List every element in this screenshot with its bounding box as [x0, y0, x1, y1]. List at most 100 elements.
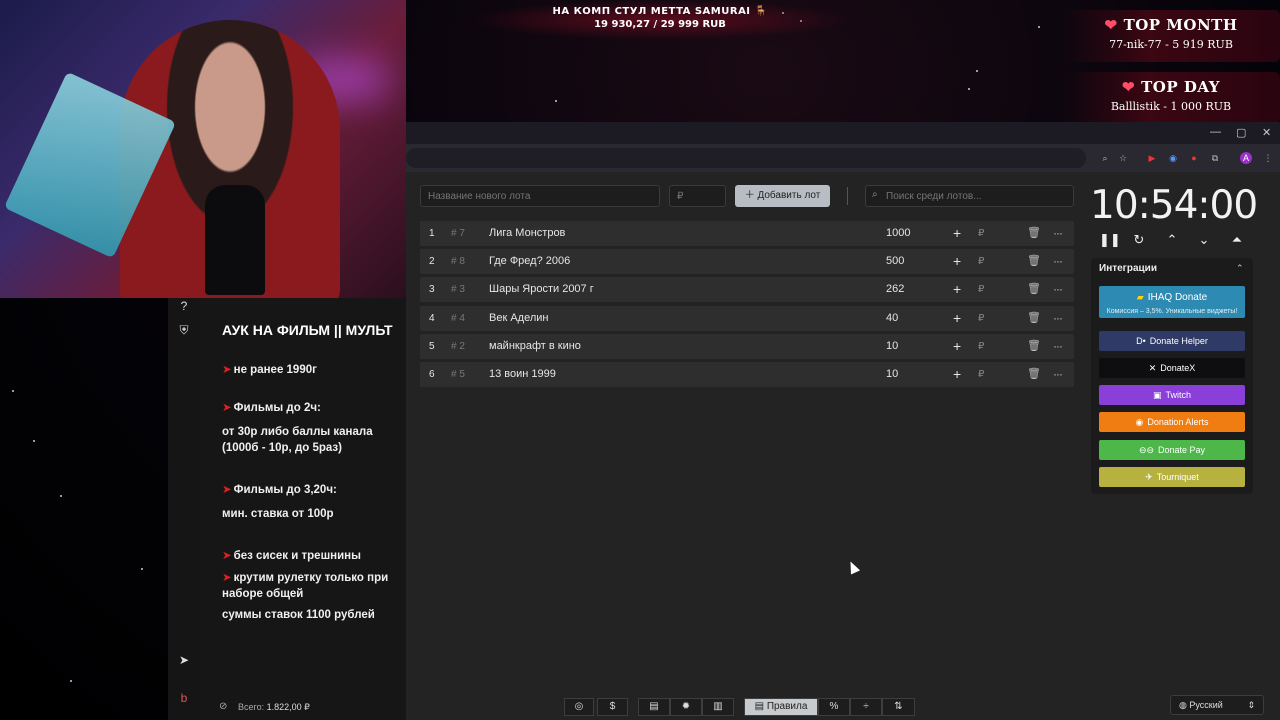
- trash-icon[interactable]: 🗑: [1027, 249, 1041, 274]
- integration-tourniquet-button[interactable]: ✈ Tourniquet: [1099, 467, 1245, 487]
- lot-row[interactable]: 6 # 5 13 воин 1999 10 + ₽ 🗑 ···: [420, 362, 1074, 387]
- add-amount-button[interactable]: +: [953, 277, 961, 302]
- double-chevron-up-icon[interactable]: ⏶: [1229, 232, 1245, 248]
- globe-icon: ◍: [1179, 700, 1190, 710]
- hidden-eye-icon[interactable]: ⊘: [219, 701, 227, 712]
- zoom-icon[interactable]: ⌕: [1099, 152, 1111, 164]
- lot-name[interactable]: 13 воин 1999: [489, 362, 556, 387]
- lot-row[interactable]: 2 # 8 Где Фред? 2006 500 + ₽ 🗑 ···: [420, 249, 1074, 275]
- lot-name[interactable]: майнкрафт в кино: [489, 334, 581, 359]
- integration-icon: ▣: [1152, 390, 1162, 400]
- integration-donate-pay-button[interactable]: ⊖⊖ Donate Pay: [1099, 440, 1245, 460]
- help-icon[interactable]: ?: [176, 298, 192, 314]
- more-options-icon[interactable]: ···: [1053, 249, 1063, 274]
- integration-donatex-button[interactable]: ✕ DonateX: [1099, 358, 1245, 378]
- rules-icon: ▤: [754, 701, 767, 712]
- lot-amount[interactable]: 10: [886, 334, 898, 359]
- address-bar[interactable]: [406, 148, 1086, 168]
- ihaq-subtitle: Комиссия – 3,5%. Уникальные виджеты!: [1106, 308, 1238, 315]
- integration-icon: ✈: [1145, 472, 1153, 482]
- trash-icon[interactable]: 🗑: [1027, 221, 1041, 246]
- percent-icon[interactable]: %: [818, 698, 850, 716]
- lot-row[interactable]: 5 # 2 майнкрафт в кино 10 + ₽ 🗑 ···: [420, 333, 1074, 359]
- lot-name[interactable]: Шары Ярости 2007 г: [489, 277, 594, 302]
- audio-extension-icon[interactable]: ◉: [1167, 152, 1179, 164]
- lot-amount-input[interactable]: [669, 185, 726, 207]
- lot-row[interactable]: 3 # 3 Шары Ярости 2007 г 262 + ₽ 🗑 ···: [420, 277, 1074, 303]
- lot-amount[interactable]: 262: [886, 277, 904, 302]
- lot-name[interactable]: Век Аделин: [489, 306, 548, 331]
- rules-button[interactable]: ▤ Правила: [744, 698, 818, 716]
- trash-icon[interactable]: 🗑: [1027, 306, 1041, 331]
- menu-kebab-icon[interactable]: ⋮: [1262, 152, 1274, 164]
- more-options-icon[interactable]: ···: [1053, 362, 1063, 387]
- lot-amount[interactable]: 500: [886, 249, 904, 274]
- telegram-icon[interactable]: ➤: [176, 652, 192, 668]
- language-select[interactable]: ◍ Русский ⇕: [1170, 695, 1264, 715]
- ihaq-donate-button[interactable]: ▰ IHAQ Donate Комиссия – 3,5%. Уникальные…: [1099, 286, 1245, 318]
- collapse-chevron-icon[interactable]: ⌃: [1236, 263, 1244, 274]
- add-amount-button[interactable]: +: [953, 334, 961, 359]
- add-amount-button[interactable]: +: [953, 362, 961, 387]
- lot-name[interactable]: Где Фред? 2006: [489, 249, 570, 274]
- lot-id: # 3: [451, 284, 465, 296]
- lot-position: 6: [429, 369, 435, 380]
- rule-line: наборе общей: [222, 588, 304, 600]
- history-icon[interactable]: ▤: [638, 698, 670, 716]
- integration-icon: ⊖⊖: [1138, 445, 1155, 455]
- lot-name[interactable]: Лига Монстров: [489, 221, 565, 246]
- lot-row[interactable]: 1 # 7 Лига Монстров 1000 + ₽ 🗑 ···: [420, 221, 1074, 246]
- rule-line: мин. ставка от 100р: [222, 508, 334, 520]
- lot-search-input[interactable]: [865, 185, 1074, 207]
- boosty-icon[interactable]: b: [176, 690, 192, 706]
- lot-position: 4: [429, 312, 435, 324]
- arrow-icon: ➤: [222, 550, 232, 562]
- rule-line: (1000б - 10р, до 5раз): [222, 442, 342, 454]
- shield-icon[interactable]: ⛨: [176, 322, 192, 338]
- donate-dollar-icon[interactable]: $: [597, 698, 628, 716]
- bookmark-star-icon[interactable]: ☆: [1117, 152, 1129, 164]
- sort-icon[interactable]: ⇅: [882, 698, 915, 716]
- lot-row[interactable]: 4 # 4 Век Аделин 40 + ₽ 🗑 ···: [420, 305, 1074, 331]
- select-arrows-icon: ⇕: [1247, 700, 1255, 710]
- add-lot-button[interactable]: ＋ Добавить лот: [735, 185, 830, 207]
- maximize-icon[interactable]: ▢: [1236, 126, 1246, 139]
- chevron-up-icon[interactable]: ⌃: [1164, 232, 1180, 248]
- extension-icon[interactable]: ●: [1188, 152, 1200, 164]
- reset-icon[interactable]: ↻: [1131, 232, 1147, 248]
- lot-amount[interactable]: 10: [886, 362, 898, 387]
- rules-title: АУК НА ФИЛЬМ || МУЛЬТ: [222, 322, 393, 338]
- more-options-icon[interactable]: ···: [1053, 306, 1063, 331]
- lot-amount[interactable]: 40: [886, 306, 898, 331]
- add-amount-button[interactable]: +: [953, 221, 961, 246]
- youtube-extension-icon[interactable]: ▶: [1146, 152, 1158, 164]
- lot-amount[interactable]: 1000: [886, 221, 910, 246]
- close-icon[interactable]: ✕: [1262, 126, 1271, 139]
- divide-icon[interactable]: ÷: [850, 698, 882, 716]
- top-month-title: TOP MONTH: [1123, 16, 1238, 34]
- trash-icon[interactable]: 🗑: [1027, 362, 1041, 387]
- extensions-puzzle-icon[interactable]: ⧉: [1209, 152, 1221, 164]
- integration-twitch-button[interactable]: ▣ Twitch: [1099, 385, 1245, 405]
- more-options-icon[interactable]: ···: [1053, 221, 1063, 246]
- add-amount-button[interactable]: +: [953, 306, 961, 331]
- more-options-icon[interactable]: ···: [1053, 334, 1063, 359]
- chevron-down-icon[interactable]: ⌄: [1196, 232, 1212, 248]
- integration-donation-alerts-button[interactable]: ◉ Donation Alerts: [1099, 412, 1245, 432]
- clear-icon[interactable]: ▥: [702, 698, 734, 716]
- lot-id: # 5: [451, 369, 465, 380]
- integration-donate-helper-button[interactable]: D• Donate Helper: [1099, 331, 1245, 351]
- trash-icon[interactable]: 🗑: [1027, 277, 1041, 302]
- more-options-icon[interactable]: ···: [1053, 277, 1063, 302]
- rules-panel: АУК НА ФИЛЬМ || МУЛЬТ ➤ не ранее 1990г ➤ Ф…: [200, 298, 406, 720]
- settings-icon[interactable]: ✹: [670, 698, 702, 716]
- github-icon[interactable]: ◎: [564, 698, 594, 716]
- trash-icon[interactable]: 🗑: [1027, 334, 1041, 359]
- pause-icon[interactable]: ❚❚: [1099, 232, 1121, 248]
- auction-timer: 10:54:00: [1090, 183, 1258, 228]
- profile-avatar[interactable]: A: [1240, 152, 1252, 164]
- total-amount: Всего: 1.822,00 ₽: [238, 702, 310, 712]
- minimize-icon[interactable]: —: [1210, 126, 1221, 138]
- add-amount-button[interactable]: +: [953, 249, 961, 274]
- new-lot-input[interactable]: [420, 185, 660, 207]
